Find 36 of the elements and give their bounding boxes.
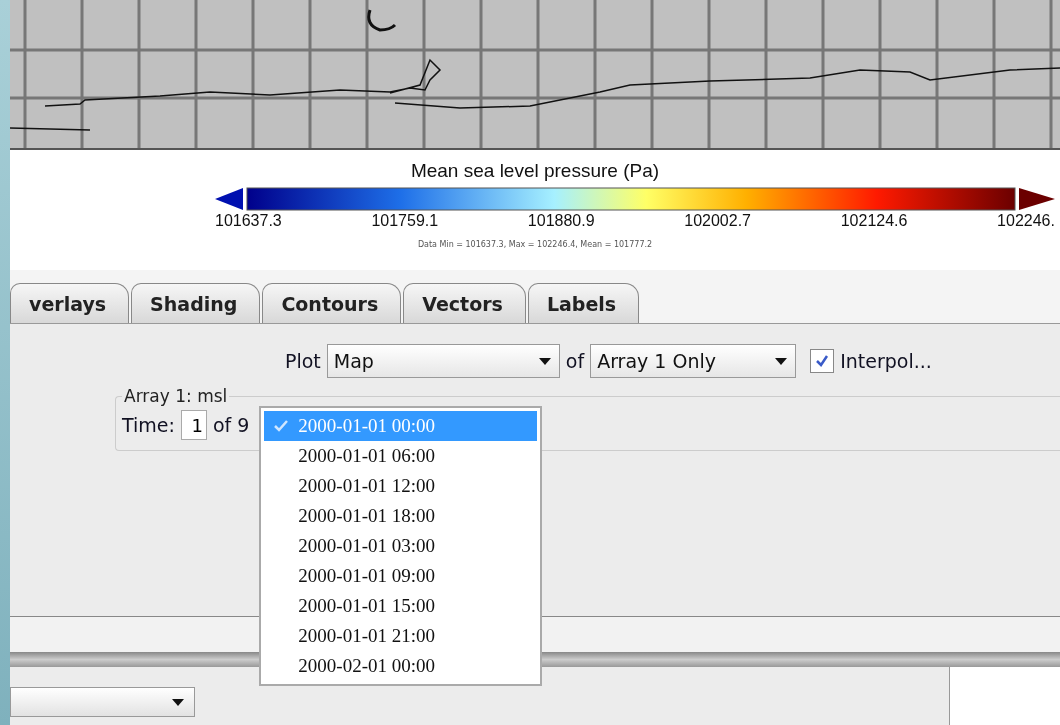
interpolate-label: Interpol... bbox=[840, 350, 932, 372]
caret-icon bbox=[775, 357, 788, 365]
tab[interactable]: Shading bbox=[131, 283, 261, 323]
time-option[interactable]: 2000-01-01 18:00 bbox=[264, 501, 538, 531]
tab[interactable]: Vectors bbox=[403, 283, 526, 323]
tab[interactable]: Labels bbox=[527, 283, 640, 323]
time-option[interactable]: 2000-01-01 15:00 bbox=[264, 591, 538, 621]
time-option[interactable]: 2000-02-01 00:00 bbox=[264, 651, 538, 681]
scale-label: 101759.1 bbox=[371, 212, 439, 230]
bottom-dropdown[interactable] bbox=[10, 687, 195, 717]
scale-label: 102124.6 bbox=[840, 212, 908, 230]
time-option[interactable]: 2000-01-01 12:00 bbox=[264, 471, 538, 501]
tab[interactable]: verlays bbox=[10, 283, 130, 323]
scale-label: 101880.9 bbox=[527, 212, 595, 230]
check-icon bbox=[814, 353, 831, 369]
caret-icon bbox=[538, 357, 551, 365]
plot-type-dropdown[interactable]: Map bbox=[326, 344, 560, 378]
caret-icon bbox=[172, 698, 184, 706]
time-option[interactable]: 2000-01-01 09:00 bbox=[264, 561, 538, 591]
of-label: of bbox=[565, 350, 585, 372]
scale-label: 101637.3 bbox=[215, 212, 282, 230]
time-count: of 9 bbox=[212, 414, 250, 436]
colorbar-title: Mean sea level pressure (Pa) bbox=[410, 160, 660, 182]
scale-label: 102246. bbox=[997, 212, 1055, 230]
interpolate-checkbox[interactable] bbox=[810, 349, 835, 373]
tab[interactable]: Contours bbox=[262, 283, 402, 323]
group-title: Array 1: msl bbox=[123, 386, 229, 406]
data-stats-text: Data Min = 101637.3, Max = 102246.4, Mean = 101777.2 bbox=[417, 240, 653, 249]
time-field[interactable]: 1 bbox=[180, 410, 207, 440]
time-option[interactable]: 2000-01-01 06:00 bbox=[264, 441, 538, 471]
time-label: Time: bbox=[122, 414, 175, 436]
array-dropdown[interactable]: Array 1 Only bbox=[590, 344, 797, 378]
time-option[interactable]: 2000-01-01 03:00 bbox=[264, 531, 538, 561]
scale-label: 102002.7 bbox=[684, 212, 751, 230]
plot-label: Plot bbox=[285, 350, 321, 372]
check-icon bbox=[274, 420, 289, 432]
